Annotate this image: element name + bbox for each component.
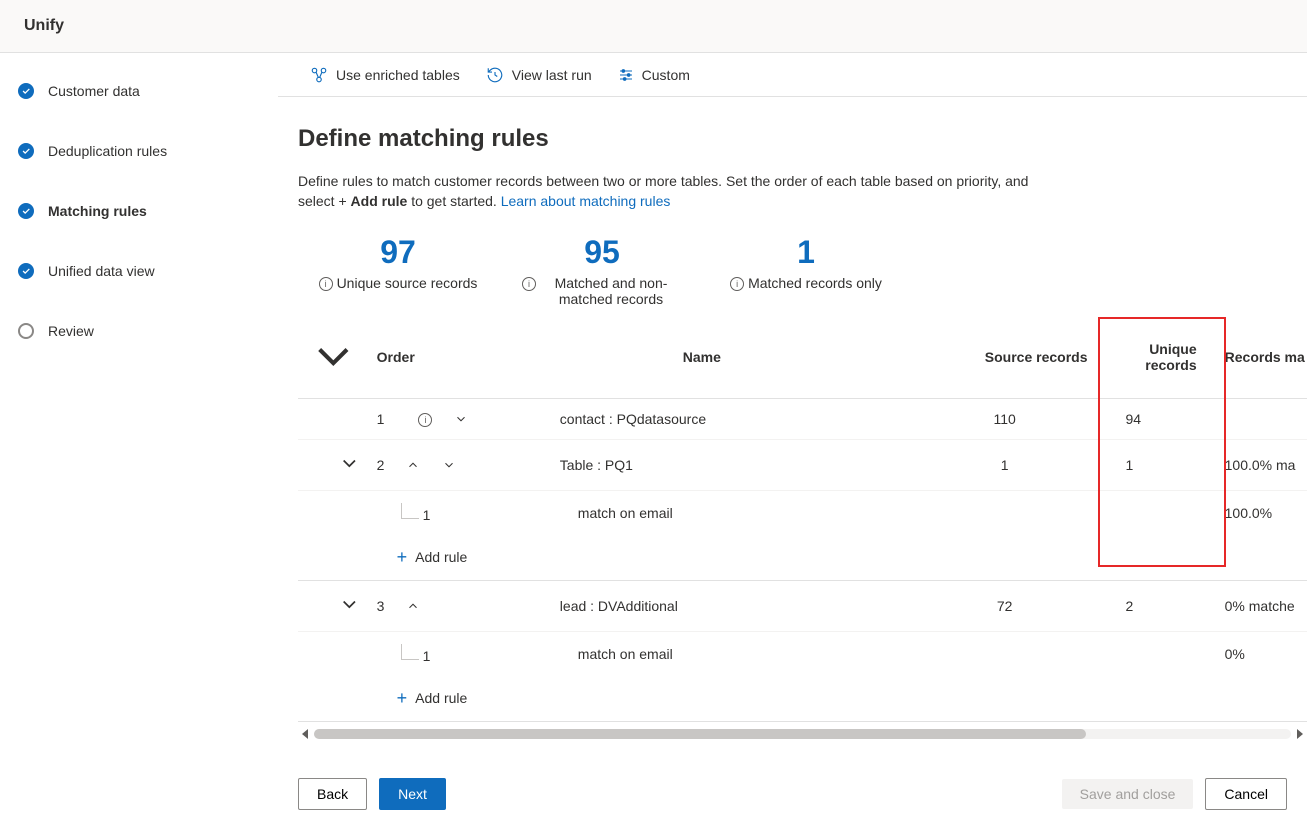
add-rule-label: Add rule — [415, 690, 467, 706]
check-circle-icon — [18, 143, 34, 159]
sidebar: Customer data Deduplication rules Matching… — [0, 53, 277, 826]
toolbar-label: Custom — [642, 67, 690, 83]
back-button[interactable]: Back — [298, 778, 367, 810]
source-header: Source records — [914, 317, 1096, 399]
unique-header: Unique records — [1096, 317, 1217, 399]
horizontal-scrollbar[interactable] — [298, 726, 1307, 742]
step-matching-rules[interactable]: Matching rules — [18, 203, 277, 219]
step-label: Review — [48, 323, 94, 339]
step-label: Matching rules — [48, 203, 147, 219]
add-rule-row: + Add rule — [298, 535, 1307, 581]
page-title: Define matching rules — [298, 125, 1307, 153]
sub-rule-row[interactable]: 1match on email0% — [298, 631, 1307, 676]
add-rule-label: Add rule — [415, 549, 467, 565]
scroll-left-arrow[interactable] — [302, 729, 308, 739]
add-rule-button[interactable]: + Add rule — [377, 547, 1307, 568]
app-header: Unify — [0, 0, 1307, 53]
chevron-down-icon[interactable] — [338, 603, 361, 619]
info-icon[interactable]: i — [730, 277, 744, 291]
stat-card: 1 iMatched records only — [726, 234, 886, 307]
step-deduplication-rules[interactable]: Deduplication rules — [18, 143, 277, 159]
sub-rule-row[interactable]: 1match on email100.0% — [298, 490, 1307, 535]
main: Use enriched tables View last run Custom… — [277, 53, 1307, 826]
chevron-down-icon[interactable] — [442, 458, 456, 472]
step-label: Deduplication rules — [48, 143, 167, 159]
stat-card: 95 iMatched and non-matched records — [522, 234, 682, 307]
stat-card: 97 iUnique source records — [318, 234, 478, 307]
table-row[interactable]: 3 lead : DVAdditional 72 2 0% matche — [298, 580, 1307, 631]
custom-button[interactable]: Custom — [614, 63, 694, 87]
info-icon[interactable]: i — [522, 277, 536, 291]
stats: 97 iUnique source records 95 iMatched and… — [298, 234, 1307, 307]
toolbar: Use enriched tables View last run Custom — [278, 53, 1307, 97]
stat-value: 95 — [522, 234, 682, 271]
scroll-thumb[interactable] — [314, 729, 1086, 739]
step-customer-data[interactable]: Customer data — [18, 83, 277, 99]
pending-circle-icon — [18, 323, 34, 339]
toolbar-label: View last run — [512, 67, 592, 83]
next-button[interactable]: Next — [379, 778, 446, 810]
chevron-down-icon — [306, 370, 361, 386]
scroll-right-arrow[interactable] — [1297, 729, 1303, 739]
check-circle-icon — [18, 263, 34, 279]
plus-icon: + — [397, 688, 408, 709]
check-circle-icon — [18, 203, 34, 219]
step-unified-data-view[interactable]: Unified data view — [18, 263, 277, 279]
chevron-up-icon[interactable] — [406, 458, 420, 472]
table-row[interactable]: 2 Table : PQ1 1 1 100.0% ma — [298, 440, 1307, 491]
table-row[interactable]: 1i contact : PQdatasource 110 94 — [298, 399, 1307, 440]
chevron-down-icon[interactable] — [454, 412, 468, 426]
matched-header: Records ma — [1217, 317, 1307, 399]
check-circle-icon — [18, 83, 34, 99]
info-icon[interactable]: i — [319, 277, 333, 291]
plus-icon: + — [397, 547, 408, 568]
layout: Customer data Deduplication rules Matching… — [0, 53, 1307, 826]
save-close-button: Save and close — [1062, 779, 1194, 809]
table-container: Order Name Source records Unique records… — [298, 317, 1307, 742]
add-rule-row: + Add rule — [298, 676, 1307, 722]
learn-link[interactable]: Learn about matching rules — [501, 193, 671, 209]
cancel-button[interactable]: Cancel — [1205, 778, 1287, 810]
stat-label: iUnique source records — [318, 275, 478, 291]
footer: Back Next Save and close Cancel — [278, 762, 1307, 826]
info-icon[interactable]: i — [418, 413, 432, 427]
app-title: Unify — [24, 17, 64, 35]
name-header: Name — [490, 317, 914, 399]
view-last-run-button[interactable]: View last run — [482, 62, 596, 88]
add-rule-button[interactable]: + Add rule — [377, 688, 1307, 709]
order-number: 2 — [377, 457, 385, 473]
stat-value: 97 — [318, 234, 478, 271]
stat-value: 1 — [726, 234, 886, 271]
order-header: Order — [369, 317, 490, 399]
toolbar-label: Use enriched tables — [336, 67, 460, 83]
order-number: 1 — [377, 411, 385, 427]
use-enriched-tables-button[interactable]: Use enriched tables — [306, 62, 464, 88]
step-label: Customer data — [48, 83, 140, 99]
step-label: Unified data view — [48, 263, 155, 279]
stat-label: iMatched and non-matched records — [522, 275, 682, 307]
matching-table: Order Name Source records Unique records… — [298, 317, 1307, 722]
order-number: 3 — [377, 598, 385, 614]
content: Define matching rules Define rules to ma… — [278, 97, 1307, 762]
page-description: Define rules to match customer records b… — [298, 171, 1058, 212]
chevron-down-icon[interactable] — [338, 462, 361, 478]
expand-header[interactable] — [298, 317, 369, 399]
stat-label: iMatched records only — [726, 275, 886, 291]
chevron-up-icon[interactable] — [406, 599, 420, 613]
step-review[interactable]: Review — [18, 323, 277, 339]
